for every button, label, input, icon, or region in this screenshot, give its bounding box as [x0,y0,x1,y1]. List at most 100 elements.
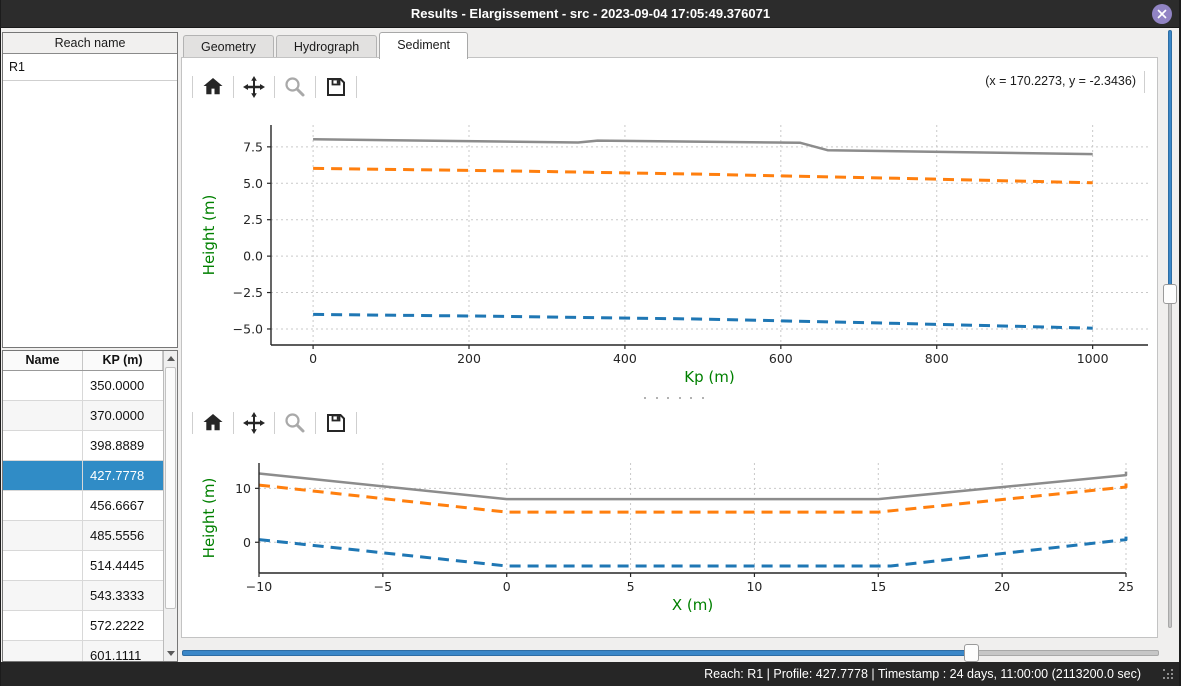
tab-geometry[interactable]: Geometry [183,35,274,58]
toolbar-separator [192,412,193,434]
profile-table-body: 350.0000370.0000398.8889427.7778456.6667… [3,371,164,662]
cell-kp: 572.2222 [83,611,164,641]
table-row[interactable]: 485.5556 [3,521,164,551]
save-icon [324,411,348,435]
toolbar-separator [315,76,316,98]
svg-text:15: 15 [870,579,886,594]
cell-kp: 427.7778 [83,461,164,491]
svg-text:−10: −10 [246,579,272,594]
profile-table-header: Name KP (m) [3,351,177,371]
save-button[interactable] [323,74,349,100]
svg-text:10: 10 [235,481,251,496]
status-bar: Reach: R1 | Profile: 427.7778 | Timestam… [0,662,1181,686]
window-border [0,0,1,686]
scroll-up-icon[interactable] [167,356,175,361]
cell-kp: 485.5556 [83,521,164,551]
panel-splitter[interactable] [644,395,704,401]
cell-kp: 514.4445 [83,551,164,581]
table-row[interactable]: 370.0000 [3,401,164,431]
cell-name [3,611,83,641]
toolbar-separator [356,76,357,98]
save-icon [324,75,348,99]
home-button[interactable] [200,74,226,100]
titlebar[interactable]: Results - Elargissement - src - 2023-09-… [0,0,1181,28]
home-icon [201,411,225,435]
svg-text:10: 10 [746,579,762,594]
pan-button[interactable] [241,410,267,436]
time-slider-track[interactable] [975,650,1159,656]
profile-table: Name KP (m) 350.0000370.0000398.8889427.… [2,350,178,662]
svg-text:20: 20 [994,579,1010,594]
cross-section-chart[interactable]: −10−50510152025100X (m)Height (m) [186,447,1151,625]
close-icon [1156,8,1168,20]
table-row[interactable]: 543.3333 [3,581,164,611]
toolbar-separator [192,76,193,98]
column-header-kp[interactable]: KP (m) [83,351,163,370]
svg-text:800: 800 [925,351,949,366]
pan-icon [242,75,266,99]
toolbar-separator [274,76,275,98]
reach-list-panel: Reach name R1 [2,32,178,348]
reach-list: R1 [3,54,177,81]
reach-item[interactable]: R1 [3,54,177,81]
profile-slider-handle[interactable] [1163,284,1177,304]
svg-text:0: 0 [243,535,251,550]
table-row[interactable]: 601.1111 [3,641,164,662]
kp-profile-chart[interactable]: 020040060080010007.55.02.50.0−2.5−5.0Kp … [186,110,1151,398]
zoom-button[interactable] [282,410,308,436]
svg-text:5.0: 5.0 [243,176,263,191]
svg-text:5: 5 [627,579,635,594]
cell-name [3,371,83,401]
cell-name [3,491,83,521]
toolbar-separator [315,412,316,434]
pan-button[interactable] [241,74,267,100]
zoom-icon [283,75,307,99]
toolbar-separator [233,76,234,98]
cell-name [3,431,83,461]
home-button[interactable] [200,410,226,436]
svg-text:7.5: 7.5 [243,139,263,154]
profile-slider[interactable] [1162,30,1178,628]
svg-text:Height (m): Height (m) [200,478,218,559]
svg-text:−5.0: −5.0 [233,321,263,336]
reach-name-header: Reach name [3,33,177,54]
svg-text:−5: −5 [374,579,392,594]
table-scrollbar[interactable] [163,351,177,661]
table-row[interactable]: 427.7778 [3,461,164,491]
profile-slider-fill [1168,30,1172,288]
tab-bar: GeometryHydrographSediment [183,32,470,58]
zoom-button[interactable] [282,74,308,100]
time-slider-handle[interactable] [964,644,979,662]
table-row[interactable]: 572.2222 [3,611,164,641]
svg-text:Height (m): Height (m) [200,195,218,276]
cell-name [3,551,83,581]
app-window: Results - Elargissement - src - 2023-09-… [0,0,1181,686]
time-slider[interactable] [182,644,1159,662]
cell-kp: 601.1111 [83,641,164,662]
column-header-name[interactable]: Name [3,351,83,370]
profile-slider-track[interactable] [1168,300,1172,628]
table-row[interactable]: 398.8889 [3,431,164,461]
save-button[interactable] [323,410,349,436]
svg-text:2.5: 2.5 [243,212,263,227]
close-button[interactable] [1152,4,1172,24]
tab-hydrograph[interactable]: Hydrograph [276,35,377,58]
time-slider-fill [182,650,968,656]
pan-icon [242,411,266,435]
table-row[interactable]: 514.4445 [3,551,164,581]
cell-kp: 398.8889 [83,431,164,461]
zoom-icon [283,411,307,435]
svg-text:0.0: 0.0 [243,249,263,264]
svg-text:Kp (m): Kp (m) [684,368,734,386]
tab-sediment[interactable]: Sediment [379,32,468,59]
table-row[interactable]: 456.6667 [3,491,164,521]
table-row[interactable]: 350.0000 [3,371,164,401]
svg-text:1000: 1000 [1077,351,1109,366]
resize-grip-icon[interactable] [1163,669,1175,681]
cell-name [3,521,83,551]
scroll-down-icon[interactable] [167,651,175,656]
cell-kp: 350.0000 [83,371,164,401]
svg-text:0: 0 [503,579,511,594]
scrollbar-thumb[interactable] [165,367,176,609]
cell-kp: 543.3333 [83,581,164,611]
